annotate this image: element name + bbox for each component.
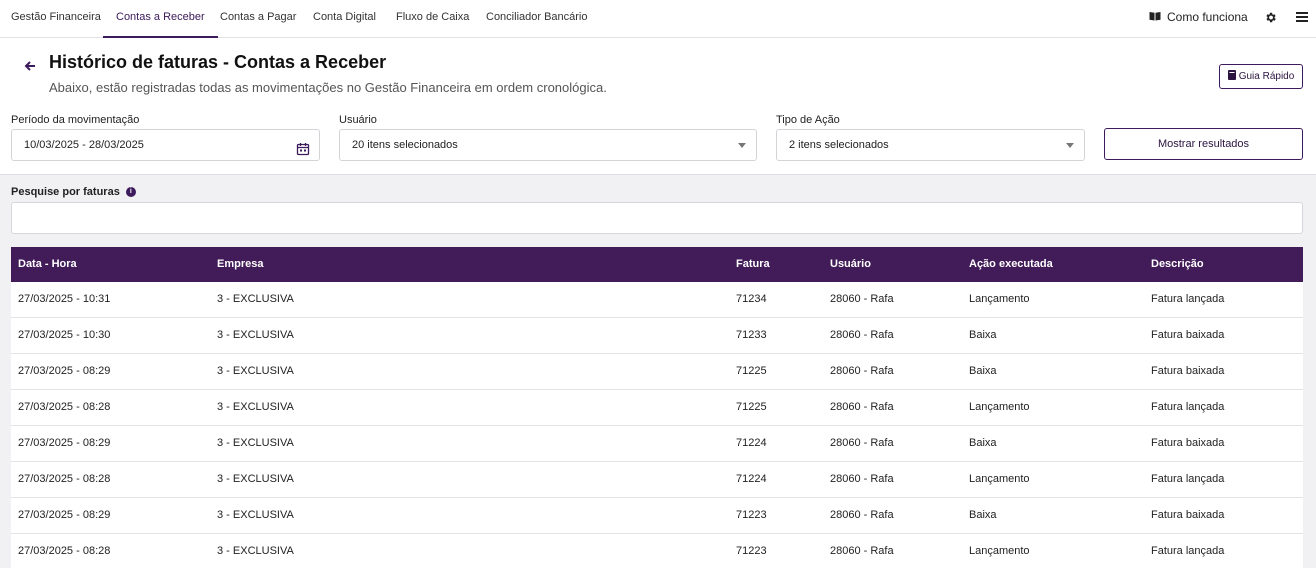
period-label: Período da movimentação bbox=[11, 114, 140, 126]
cell-description: Fatura lançada bbox=[1151, 401, 1225, 413]
action-type-value: 2 itens selecionados bbox=[789, 139, 889, 151]
search-label: Pesquise por faturas bbox=[11, 186, 120, 198]
cell-company: 3 - EXCLUSIVA bbox=[217, 473, 294, 485]
action-type-label: Tipo de Ação bbox=[776, 114, 840, 126]
cell-company: 3 - EXCLUSIVA bbox=[217, 545, 294, 557]
cell-invoice: 71225 bbox=[736, 401, 767, 413]
cell-date: 27/03/2025 - 08:29 bbox=[18, 509, 111, 521]
user-select-value: 20 itens selecionados bbox=[352, 139, 458, 151]
column-header-company: Empresa bbox=[217, 258, 264, 270]
column-header-invoice: Fatura bbox=[736, 258, 770, 270]
quick-guide-label: Guia Rápido bbox=[1238, 71, 1295, 82]
cell-user: 28060 - Rafa bbox=[830, 437, 894, 449]
cell-description: Fatura lançada bbox=[1151, 293, 1225, 305]
cell-date: 27/03/2025 - 10:31 bbox=[18, 293, 111, 305]
tab-contas-a-pagar[interactable]: Contas a Pagar bbox=[220, 0, 296, 38]
cell-company: 3 - EXCLUSIVA bbox=[217, 365, 294, 377]
how-it-works-link[interactable]: Como funciona bbox=[1149, 0, 1248, 34]
cell-user: 28060 - Rafa bbox=[830, 401, 894, 413]
table-row: 27/03/2025 - 08:28 3 - EXCLUSIVA 71225 2… bbox=[11, 390, 1303, 426]
cell-action: Lançamento bbox=[969, 293, 1030, 305]
top-nav: Gestão Financeira Contas a Receber Conta… bbox=[0, 0, 1316, 38]
cell-user: 28060 - Rafa bbox=[830, 473, 894, 485]
tab-contas-a-receber[interactable]: Contas a Receber bbox=[103, 0, 218, 38]
cell-company: 3 - EXCLUSIVA bbox=[217, 401, 294, 413]
cell-date: 27/03/2025 - 08:28 bbox=[18, 473, 111, 485]
cell-invoice: 71223 bbox=[736, 509, 767, 521]
cell-action: Baixa bbox=[969, 365, 997, 377]
page-subtitle: Abaixo, estão registradas todas as movim… bbox=[49, 80, 607, 95]
cell-invoice: 71223 bbox=[736, 545, 767, 557]
menu-icon[interactable] bbox=[1294, 9, 1310, 25]
how-it-works-label: Como funciona bbox=[1167, 10, 1248, 24]
cell-invoice: 71224 bbox=[736, 473, 767, 485]
table-row: 27/03/2025 - 10:30 3 - EXCLUSIVA 71233 2… bbox=[11, 318, 1303, 354]
table-row: 27/03/2025 - 08:29 3 - EXCLUSIVA 71223 2… bbox=[11, 498, 1303, 534]
cell-user: 28060 - Rafa bbox=[830, 509, 894, 521]
tab-conta-digital[interactable]: Conta Digital bbox=[313, 0, 376, 38]
action-type-select[interactable]: 2 itens selecionados bbox=[776, 129, 1085, 161]
table-row: 27/03/2025 - 08:28 3 - EXCLUSIVA 71224 2… bbox=[11, 462, 1303, 498]
cell-user: 28060 - Rafa bbox=[830, 545, 894, 557]
back-arrow-icon[interactable] bbox=[22, 58, 38, 74]
cell-description: Fatura baixada bbox=[1151, 365, 1225, 377]
cell-date: 27/03/2025 - 10:30 bbox=[18, 329, 111, 341]
cell-action: Baixa bbox=[969, 329, 997, 341]
cell-description: Fatura lançada bbox=[1151, 545, 1225, 557]
book-icon bbox=[1149, 10, 1161, 24]
chevron-down-icon bbox=[1066, 143, 1074, 148]
tab-conciliador-bancario[interactable]: Conciliador Bancário bbox=[486, 0, 588, 38]
cell-invoice: 71234 bbox=[736, 293, 767, 305]
search-label-row: Pesquise por faturas i bbox=[11, 186, 136, 198]
cell-action: Baixa bbox=[969, 509, 997, 521]
cell-user: 28060 - Rafa bbox=[830, 293, 894, 305]
search-input[interactable] bbox=[11, 202, 1303, 234]
show-results-button[interactable]: Mostrar resultados bbox=[1104, 128, 1303, 160]
chevron-down-icon bbox=[738, 143, 746, 148]
cell-date: 27/03/2025 - 08:28 bbox=[18, 401, 111, 413]
invoice-history-table: Data - Hora Empresa Fatura Usuário Ação … bbox=[11, 247, 1303, 568]
calendar-icon[interactable] bbox=[296, 138, 310, 156]
cell-company: 3 - EXCLUSIVA bbox=[217, 509, 294, 521]
cell-action: Lançamento bbox=[969, 401, 1030, 413]
cell-company: 3 - EXCLUSIVA bbox=[217, 293, 294, 305]
cell-action: Baixa bbox=[969, 437, 997, 449]
user-label: Usuário bbox=[339, 114, 377, 126]
cell-user: 28060 - Rafa bbox=[830, 329, 894, 341]
cell-date: 27/03/2025 - 08:28 bbox=[18, 545, 111, 557]
table-row: 27/03/2025 - 08:29 3 - EXCLUSIVA 71225 2… bbox=[11, 354, 1303, 390]
cell-invoice: 71225 bbox=[736, 365, 767, 377]
page-title: Histórico de faturas - Contas a Receber bbox=[49, 52, 387, 72]
column-header-user: Usuário bbox=[830, 258, 871, 270]
quick-guide-button[interactable]: Guia Rápido bbox=[1219, 64, 1303, 89]
cell-action: Lançamento bbox=[969, 473, 1030, 485]
cell-invoice: 71224 bbox=[736, 437, 767, 449]
period-field[interactable]: 10/03/2025 - 28/03/2025 bbox=[11, 129, 320, 161]
user-select[interactable]: 20 itens selecionados bbox=[339, 129, 757, 161]
table-row: 27/03/2025 - 08:28 3 - EXCLUSIVA 71223 2… bbox=[11, 534, 1303, 568]
cell-description: Fatura baixada bbox=[1151, 329, 1225, 341]
cell-company: 3 - EXCLUSIVA bbox=[217, 329, 294, 341]
gear-icon[interactable] bbox=[1262, 9, 1278, 25]
cell-user: 28060 - Rafa bbox=[830, 365, 894, 377]
table-row: 27/03/2025 - 08:29 3 - EXCLUSIVA 71224 2… bbox=[11, 426, 1303, 462]
column-header-description: Descrição bbox=[1151, 258, 1204, 270]
tab-gestao-financeira[interactable]: Gestão Financeira bbox=[11, 0, 101, 38]
tab-fluxo-de-caixa[interactable]: Fluxo de Caixa bbox=[396, 0, 469, 38]
info-icon[interactable]: i bbox=[125, 187, 136, 197]
column-header-action: Ação executada bbox=[969, 258, 1053, 270]
cell-company: 3 - EXCLUSIVA bbox=[217, 437, 294, 449]
cell-date: 27/03/2025 - 08:29 bbox=[18, 437, 111, 449]
table-row: 27/03/2025 - 10:31 3 - EXCLUSIVA 71234 2… bbox=[11, 282, 1303, 318]
period-value: 10/03/2025 - 28/03/2025 bbox=[24, 139, 144, 151]
cell-description: Fatura lançada bbox=[1151, 473, 1225, 485]
column-header-date: Data - Hora bbox=[18, 258, 77, 270]
cell-description: Fatura baixada bbox=[1151, 437, 1225, 449]
cell-date: 27/03/2025 - 08:29 bbox=[18, 365, 111, 377]
table-header: Data - Hora Empresa Fatura Usuário Ação … bbox=[11, 247, 1303, 282]
cell-description: Fatura baixada bbox=[1151, 509, 1225, 521]
cell-invoice: 71233 bbox=[736, 329, 767, 341]
cell-action: Lançamento bbox=[969, 545, 1030, 557]
book-icon bbox=[1227, 70, 1236, 83]
